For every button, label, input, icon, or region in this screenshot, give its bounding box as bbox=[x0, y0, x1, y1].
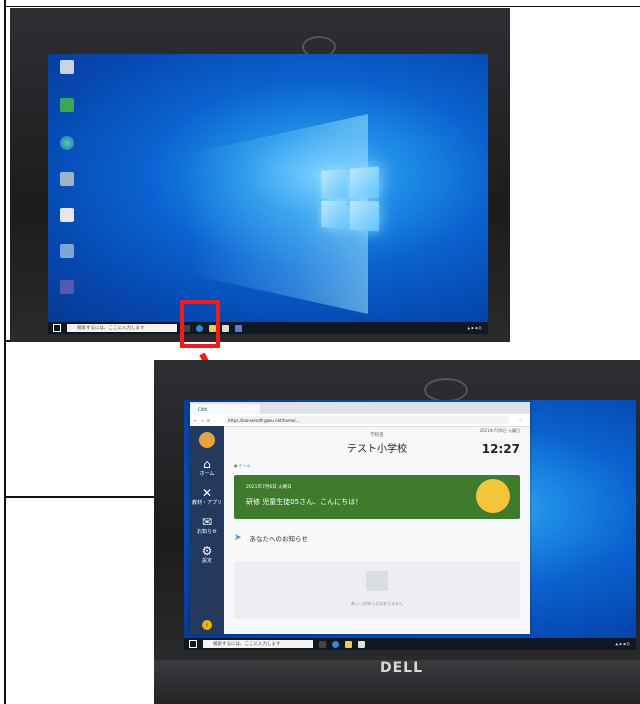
frame-line-lower bbox=[4, 496, 154, 498]
paper-plane-icon: ➤ bbox=[234, 533, 242, 543]
browser-window: C4th ←→⟳ https://kanseisoft-gaku.net/hom… bbox=[190, 402, 530, 634]
taskbar-search-input[interactable]: 検索するには、ここに入力します bbox=[67, 323, 177, 333]
sidebar-item-label: 教材・アプリ bbox=[191, 500, 222, 506]
desktop-screen bbox=[48, 54, 488, 322]
sidebar-item-home[interactable]: ⌂ ホーム bbox=[200, 458, 215, 477]
frame-line-top bbox=[4, 6, 640, 7]
teams-taskbar-icon[interactable] bbox=[235, 324, 242, 332]
current-date: 2021年7月6日 火曜日 bbox=[479, 428, 520, 433]
explorer-taskbar-icon-bottom[interactable] bbox=[345, 640, 352, 648]
store-taskbar-icon-bottom[interactable] bbox=[358, 640, 365, 648]
taskbar-bottom: 検索するには、ここに入力します ▲ ▪ ◀ あ bbox=[184, 638, 636, 650]
mail-icon: ✉ bbox=[201, 515, 213, 529]
taskbar-search-input-bottom[interactable]: 検索するには、ここに入力します bbox=[203, 639, 313, 649]
school-name: テスト小学校 bbox=[347, 444, 407, 455]
system-tray-bottom[interactable]: ▲ ▪ ◀ あ bbox=[615, 642, 630, 646]
sidebar-item-label: 設定 bbox=[201, 558, 212, 564]
highlight-box bbox=[180, 300, 220, 348]
edge-taskbar-icon-bottom[interactable] bbox=[332, 640, 339, 648]
windows-logo bbox=[321, 166, 379, 232]
browser-menu-icon[interactable]: ⋯ bbox=[510, 418, 530, 423]
sidebar-item-apps[interactable]: ✕ 教材・アプリ bbox=[192, 487, 222, 506]
clock: 2021年7月6日 火曜日 12:27 bbox=[479, 428, 520, 456]
collapse-sidebar-button[interactable]: ‹ bbox=[202, 620, 212, 630]
folder-shortcut-icon[interactable] bbox=[60, 208, 74, 222]
nav-buttons[interactable]: ←→⟳ bbox=[190, 418, 224, 423]
sidebar-item-label: お知らせ bbox=[197, 529, 217, 535]
mascot-icon bbox=[476, 479, 510, 513]
browser-tab[interactable]: C4th bbox=[190, 404, 260, 414]
url-field[interactable]: https://kanseisoft-gaku.net/home/... bbox=[224, 416, 510, 424]
app-sidebar: ⌂ ホーム ✕ 教材・アプリ ✉ お知らせ ⚙ 設定 ‹ bbox=[190, 426, 224, 634]
notice-heading: ➤ あなたへのお知らせ bbox=[234, 533, 520, 543]
home-icon: ⌂ bbox=[203, 457, 211, 471]
settings-shortcut-icon[interactable] bbox=[60, 244, 74, 258]
webcam-bottom bbox=[424, 378, 468, 402]
empty-inbox-icon bbox=[366, 571, 388, 591]
tools-icon: ✕ bbox=[201, 486, 213, 500]
start-icon-bottom[interactable] bbox=[189, 640, 197, 648]
system-tray[interactable]: ▲ ▪ ◀ あ bbox=[467, 326, 482, 330]
tab-strip: C4th bbox=[190, 402, 530, 414]
notice-heading-text: あなたへのお知らせ bbox=[249, 535, 308, 543]
task-view-icon-bottom[interactable] bbox=[319, 640, 326, 648]
recycle-bin-icon[interactable] bbox=[60, 60, 74, 74]
teams-icon[interactable] bbox=[60, 280, 74, 294]
sidebar-item-notices[interactable]: ✉ お知らせ bbox=[197, 516, 217, 535]
gear-icon: ⚙ bbox=[201, 544, 213, 558]
app-logo bbox=[199, 432, 215, 448]
store-taskbar-icon[interactable] bbox=[222, 324, 229, 332]
notice-list: 新しいお知らせはありません bbox=[234, 561, 520, 619]
network-icon[interactable] bbox=[60, 172, 74, 186]
sidebar-item-settings[interactable]: ⚙ 設定 bbox=[202, 545, 213, 564]
app-shortcut-icon[interactable] bbox=[60, 98, 74, 112]
notice-empty-text: 新しいお知らせはありません bbox=[351, 601, 403, 606]
banner-date: 2021年7月6日 火曜日 bbox=[246, 485, 292, 490]
taskbar: 検索するには、ここに入力します ▲ ▪ ◀ あ bbox=[48, 322, 488, 334]
bottom-laptop-photo: C4th ←→⟳ https://kanseisoft-gaku.net/hom… bbox=[154, 360, 640, 704]
frame-line-left bbox=[4, 0, 6, 704]
current-time: 12:27 bbox=[481, 442, 520, 456]
c4th-app: ⌂ ホーム ✕ 教材・アプリ ✉ お知らせ ⚙ 設定 ‹ 学校名 テスト小学校 … bbox=[190, 426, 530, 634]
breadcrumb[interactable]: ● ホーム bbox=[234, 463, 520, 469]
sidebar-item-label: ホーム bbox=[199, 471, 215, 477]
greeting-banner: 2021年7月6日 火曜日 研修 児童生徒05さん、こんにちは！ bbox=[234, 475, 520, 519]
start-icon[interactable] bbox=[53, 324, 61, 332]
edge-icon[interactable] bbox=[60, 136, 74, 150]
greeting-message: 研修 児童生徒05さん、こんにちは！ bbox=[246, 498, 363, 506]
school-caption: 学校名 bbox=[370, 433, 384, 438]
app-main: 学校名 テスト小学校 2021年7月6日 火曜日 12:27 ● ホーム 202… bbox=[224, 426, 530, 634]
top-laptop-photo: 検索するには、ここに入力します ▲ ▪ ◀ あ bbox=[10, 8, 510, 342]
dell-logo: DELL bbox=[380, 660, 424, 676]
